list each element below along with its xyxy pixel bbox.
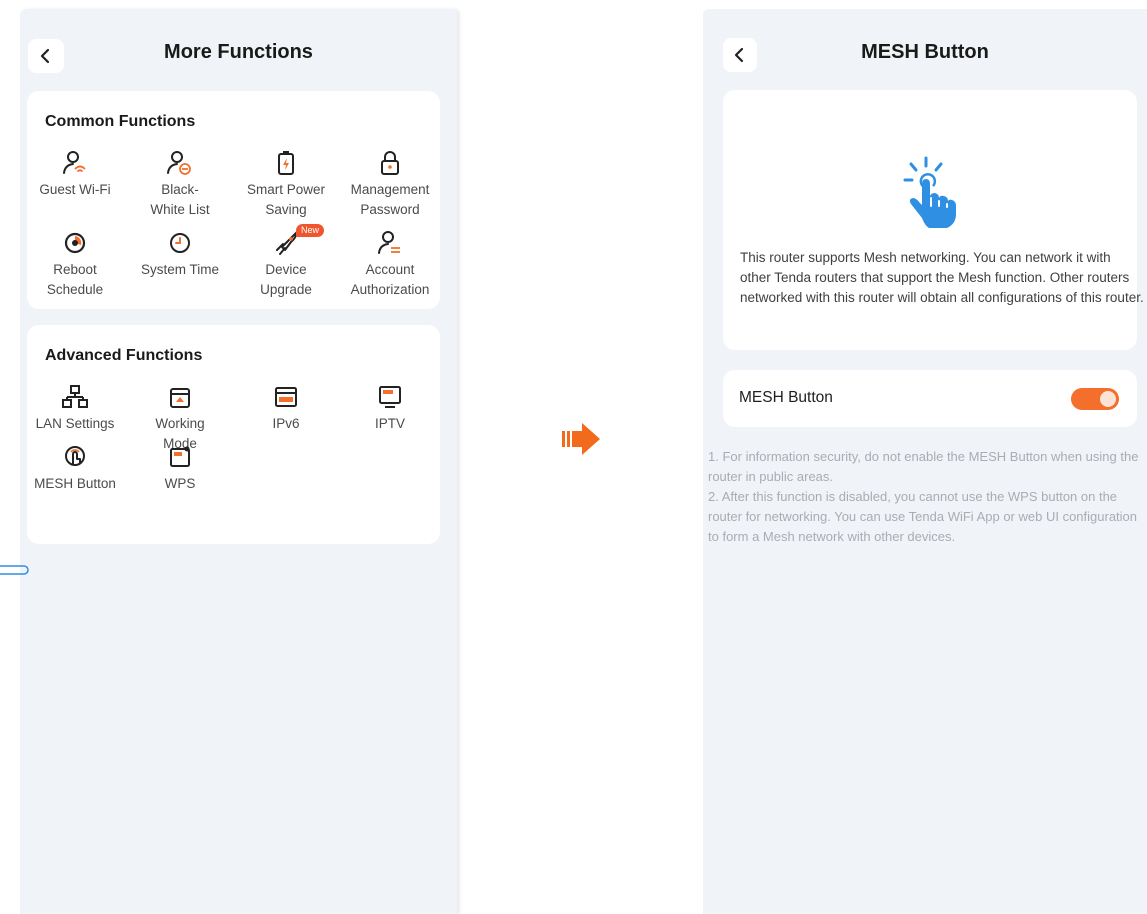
card-title: Common Functions	[45, 113, 196, 130]
item-label: IPTV	[374, 416, 405, 431]
item-label: Smart Power Saving	[246, 182, 326, 217]
flow-arrow-icon	[562, 423, 600, 455]
mesh-toggle-row: MESH Button	[723, 370, 1137, 427]
smart-power-saving-item[interactable]: Smart Power Saving	[236, 148, 336, 220]
lan-settings-item[interactable]: LAN Settings	[25, 382, 125, 434]
mesh-button-screen: MESH Button This router supports Mesh ne…	[703, 9, 1147, 914]
lan-icon	[25, 382, 125, 412]
item-label: Black- White List	[150, 182, 210, 217]
account-authorization-item[interactable]: Account Authorization	[340, 228, 440, 300]
item-label: LAN Settings	[35, 416, 115, 431]
more-functions-screen: More Functions Common Functions Guest Wi…	[20, 9, 457, 914]
wps-icon	[130, 442, 230, 472]
management-password-item[interactable]: Management Password	[340, 148, 440, 220]
nav-bar: MESH Button	[703, 9, 1147, 87]
system-time-item[interactable]: System Time	[130, 228, 230, 280]
rocket-icon: New	[236, 224, 336, 258]
working-mode-icon	[130, 382, 230, 412]
mesh-info-card: This router supports Mesh networking. Yo…	[723, 90, 1144, 350]
clock-icon	[130, 228, 230, 258]
item-label: Guest Wi-Fi	[39, 182, 111, 197]
security-notes: 1. For information security, do not enab…	[708, 449, 1139, 544]
mesh-button-item[interactable]: MESH Button	[25, 442, 125, 494]
item-label: Management Password	[350, 182, 430, 217]
mesh-toggle-switch[interactable]	[1071, 388, 1119, 410]
nav-bar: More Functions	[20, 9, 457, 87]
ipv6-item[interactable]: IPv6	[236, 382, 336, 434]
item-label: System Time	[140, 262, 219, 277]
blacklist-icon	[130, 148, 230, 178]
toggle-knob	[1100, 391, 1116, 407]
item-label: IPv6	[272, 416, 300, 431]
battery-icon	[236, 148, 336, 178]
item-label: WPS	[164, 476, 196, 491]
reboot-icon	[25, 228, 125, 258]
lock-icon	[340, 148, 440, 178]
item-label: Device Upgrade	[260, 262, 312, 297]
iptv-item[interactable]: IPTV	[340, 382, 440, 434]
toggle-label: MESH Button	[739, 389, 833, 406]
new-badge: New	[296, 224, 325, 237]
guest-wifi-icon	[25, 148, 125, 178]
wps-item[interactable]: WPS	[130, 442, 230, 494]
guest-wifi-item[interactable]: Guest Wi-Fi	[25, 148, 125, 200]
advanced-functions-card: Advanced Functions LAN Settings Working …	[27, 325, 440, 544]
account-icon	[340, 228, 440, 258]
device-upgrade-item[interactable]: New Device Upgrade	[236, 224, 336, 300]
common-functions-card: Common Functions Guest Wi-Fi Black- Whit…	[27, 91, 440, 309]
reboot-schedule-item[interactable]: Reboot Schedule	[25, 228, 125, 300]
card-title: Advanced Functions	[45, 347, 203, 364]
black-white-list-item[interactable]: Black- White List	[130, 148, 230, 220]
ipv6-icon	[236, 382, 336, 412]
scroll-edge-marker	[0, 565, 29, 575]
mesh-icon	[25, 442, 125, 472]
mesh-description: This router supports Mesh networking. Yo…	[740, 250, 1144, 305]
tap-hand-icon	[903, 156, 956, 228]
item-label: Reboot Schedule	[46, 262, 104, 297]
item-label: MESH Button	[34, 476, 116, 491]
item-label: Account Authorization	[350, 262, 430, 297]
page-title: MESH Button	[861, 41, 989, 63]
page-title: More Functions	[164, 41, 313, 63]
iptv-icon	[340, 382, 440, 412]
